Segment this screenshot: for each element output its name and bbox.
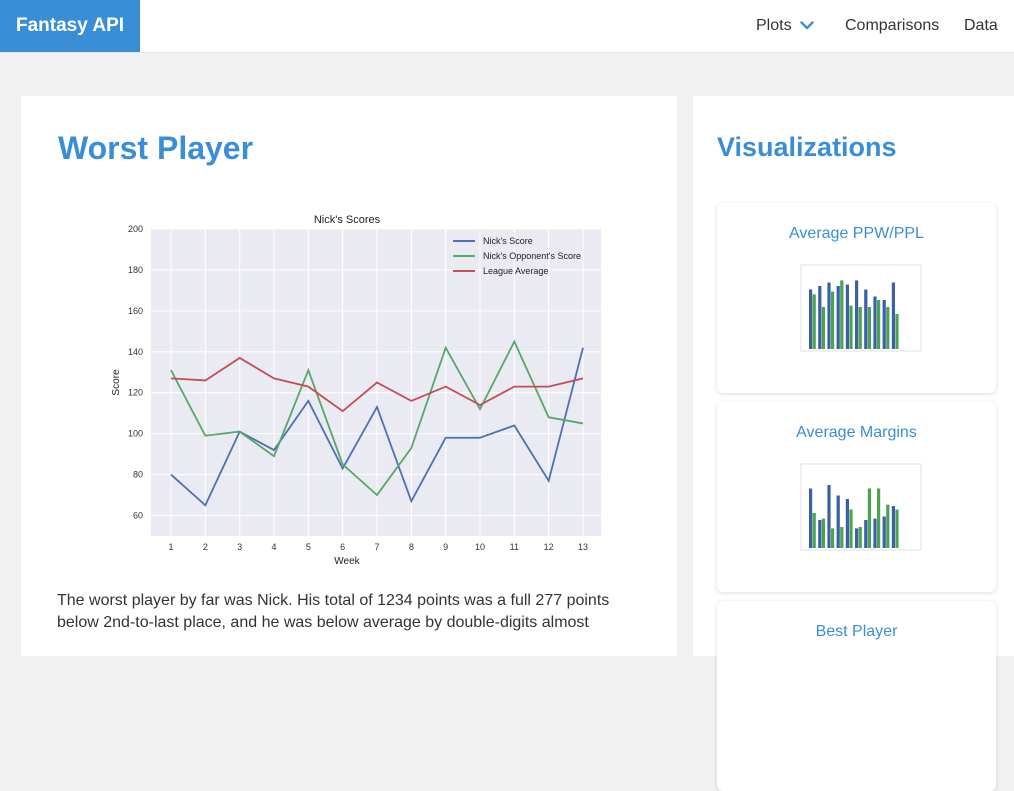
legend-label: Nick's Score: [483, 236, 533, 246]
ppw-bar: [877, 300, 881, 349]
brand-logo[interactable]: Fantasy API: [0, 0, 140, 52]
x-axis-label: Week: [334, 556, 360, 567]
x-tick-label: 2: [203, 542, 208, 552]
y-tick-label: 180: [128, 265, 143, 275]
ppw-bar: [873, 296, 877, 349]
viz-card-title[interactable]: Best Player: [717, 623, 996, 641]
chart-title: Nick's Scores: [314, 214, 381, 226]
nav-comparisons[interactable]: Comparisons: [845, 0, 939, 52]
margin-bar: [873, 518, 877, 548]
viz-card-title[interactable]: Average Margins: [717, 424, 996, 442]
ppw-bar: [849, 305, 853, 349]
legend-label: League Average: [483, 266, 548, 276]
margin-bar: [809, 488, 813, 548]
x-tick-label: 6: [340, 542, 345, 552]
margin-bar: [877, 488, 881, 548]
ppw-bar: [821, 307, 825, 349]
ppw-bar: [882, 300, 886, 349]
ppw-bar: [812, 294, 816, 349]
y-tick-label: 160: [128, 306, 143, 316]
margin-bar: [882, 516, 886, 548]
y-tick-label: 100: [128, 429, 143, 439]
ppw-bar: [827, 282, 831, 349]
x-tick-label: 5: [306, 542, 311, 552]
ppw-ppl-chart-thumbnail: [800, 264, 922, 352]
y-tick-label: 80: [133, 470, 143, 480]
y-tick-label: 140: [128, 347, 143, 357]
margin-bar: [886, 504, 890, 548]
margin-bar: [891, 506, 895, 548]
nav-plots-label: Plots: [756, 17, 792, 34]
navbar: Fantasy API Plots Comparisons Data: [0, 0, 1014, 53]
x-tick-label: 3: [237, 542, 242, 552]
viz-card-ppw-ppl[interactable]: Average PPW/PPL: [717, 203, 996, 393]
ppw-bar: [809, 289, 813, 349]
y-axis-label: Score: [111, 369, 122, 396]
margin-bar: [831, 528, 835, 548]
x-tick-label: 13: [578, 542, 588, 552]
x-tick-label: 1: [168, 542, 173, 552]
x-tick-label: 10: [475, 542, 485, 552]
summary-text: The worst player by far was Nick. His to…: [57, 592, 610, 631]
margin-bar: [836, 495, 840, 548]
ppw-bar: [891, 282, 895, 349]
margin-bar: [845, 499, 849, 548]
ppw-bar: [840, 280, 844, 349]
ppw-bar: [818, 286, 822, 349]
margin-bar: [827, 485, 831, 548]
margin-bar: [821, 518, 825, 548]
nav-plots[interactable]: Plots: [756, 0, 814, 52]
ppw-bar: [867, 307, 871, 349]
ppw-bar: [858, 307, 862, 349]
x-tick-label: 7: [374, 542, 379, 552]
viz-card-title[interactable]: Average PPW/PPL: [717, 225, 996, 243]
x-tick-label: 8: [409, 542, 414, 552]
x-tick-label: 9: [443, 542, 448, 552]
y-tick-label: 200: [128, 224, 143, 234]
nav-data[interactable]: Data: [964, 0, 998, 52]
chevron-down-icon: [799, 17, 814, 35]
x-tick-label: 4: [271, 542, 276, 552]
ppw-bar: [855, 280, 859, 349]
margin-bar: [849, 509, 853, 548]
margin-bar: [812, 513, 816, 548]
ppw-bar: [845, 284, 849, 349]
page-title: Worst Player: [58, 130, 254, 166]
sidebar-card: Visualizations Average PPW/PPL Average M…: [693, 96, 1014, 791]
ppw-bar: [864, 289, 868, 349]
legend-label: Nick's Opponent's Score: [483, 251, 581, 261]
scores-line-chart: 60801001201401601802001 2 3 4 5 6 7 8 9 10 11 12 13N…: [111, 214, 601, 567]
margin-bar: [895, 509, 899, 548]
viz-card-margins[interactable]: Average Margins: [717, 402, 996, 592]
ppw-bar: [886, 307, 890, 349]
ppw-bar: [836, 286, 840, 349]
margins-chart-thumbnail: [800, 463, 922, 551]
x-tick-label: 12: [544, 542, 554, 552]
ppw-bar: [895, 314, 899, 349]
margin-bar: [855, 528, 859, 548]
y-tick-label: 120: [128, 388, 143, 398]
ppw-bar: [831, 291, 835, 349]
margin-bar: [858, 527, 862, 548]
margin-bar: [864, 520, 868, 548]
main-card: Worst Player 60 80 100 120 140 160 180 200 1 2 3 4 5…: [21, 96, 677, 656]
margin-bar: [840, 527, 844, 548]
sidebar-title: Visualizations: [717, 132, 897, 162]
y-tick-label: 60: [133, 511, 143, 521]
x-tick-label: 11: [510, 542, 519, 552]
margin-bar: [818, 520, 822, 548]
margin-bar: [867, 488, 871, 548]
